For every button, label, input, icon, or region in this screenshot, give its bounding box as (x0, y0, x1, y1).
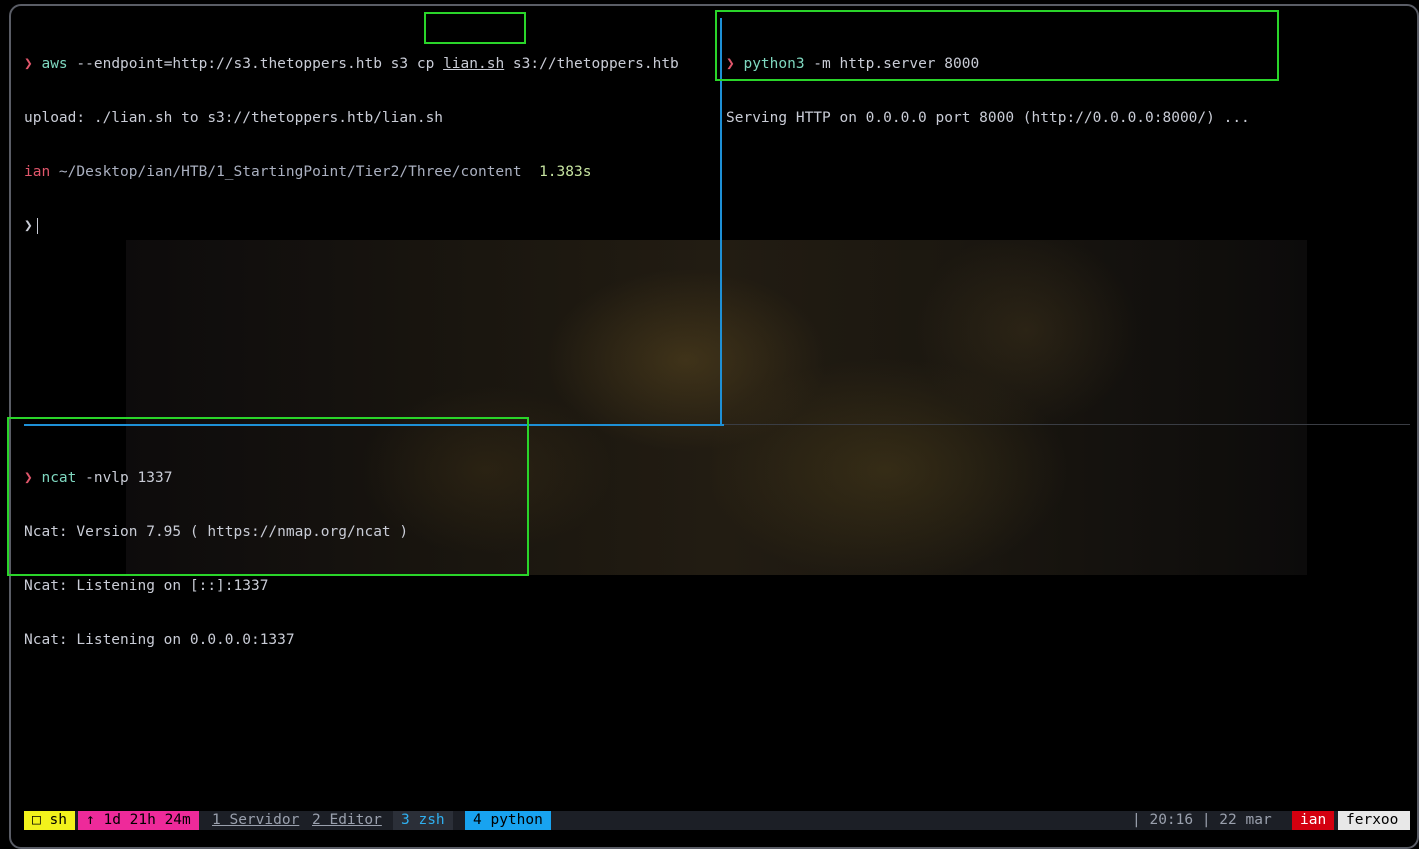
highlight-box-http-server (715, 10, 1279, 81)
highlight-box-cp-command (424, 12, 526, 44)
window-tab-editor[interactable]: 2 Editor (304, 811, 390, 830)
command-file: lian.sh (443, 56, 505, 72)
uptime-badge: ↑ 1d 21h 24m (78, 811, 199, 830)
tmux-status-bar: □ sh ↑ 1d 21h 24m 1 Servidor 2 Editor 3 … (24, 811, 1410, 830)
status-clock: | 20:16 | 22 mar (1132, 812, 1272, 828)
http-server-output: Serving HTTP on 0.0.0.0 port 8000 (http:… (726, 110, 1250, 126)
active-prompt[interactable]: ❯ (24, 217, 679, 235)
command-duration: 1.383s (539, 164, 592, 180)
command-name: aws (41, 56, 68, 72)
prompt-info-line: ian ~/Desktop/ian/HTB/1_StartingPoint/Ti… (24, 163, 679, 181)
text-cursor (36, 218, 38, 234)
pane-top-left[interactable]: ❯ aws --endpoint=http://s3.thetoppers.ht… (24, 19, 679, 253)
prompt-path: ~/Desktop/ian/HTB/1_StartingPoint/Tier2/… (50, 164, 522, 180)
command-args: --endpoint=http://s3.thetoppers.htb s3 (67, 56, 417, 72)
window-tab-zsh[interactable]: 3 zsh (393, 811, 453, 830)
ncat-output-ipv4: Ncat: Listening on 0.0.0.0:1337 (24, 632, 295, 648)
window-tab-servidor[interactable]: 1 Servidor (204, 811, 308, 830)
command-cp: cp (416, 56, 435, 72)
upload-output: upload: ./lian.sh to s3://thetoppers.htb… (24, 110, 444, 126)
highlight-box-ncat (7, 417, 529, 576)
prompt-arrow-icon: ❯ (24, 56, 33, 72)
aws-command-line: ❯ aws --endpoint=http://s3.thetoppers.ht… (24, 55, 679, 73)
session-name[interactable]: □ sh (24, 811, 75, 830)
command-dest: s3://thetoppers.htb (504, 56, 679, 72)
status-host: ferxoo (1338, 811, 1410, 830)
prompt-user: ian (24, 164, 51, 180)
window-tab-python[interactable]: 4 python (465, 811, 551, 830)
pane-divider-horizontal[interactable] (724, 424, 1410, 425)
prompt-arrow-icon: ❯ (24, 218, 33, 234)
status-user: ian (1292, 811, 1335, 830)
ncat-output-ipv6: Ncat: Listening on [::]:1337 (24, 578, 269, 594)
